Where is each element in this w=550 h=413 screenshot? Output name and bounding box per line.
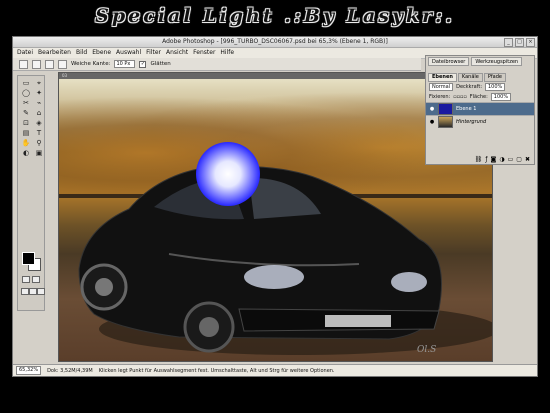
tab-werkzeugspitzen[interactable]: Werkzeugspitzen — [471, 57, 523, 66]
foreground-color-swatch[interactable] — [22, 252, 35, 265]
menu-filter[interactable]: Filter — [146, 48, 161, 58]
quickmask-mode-icon[interactable] — [32, 276, 40, 283]
menu-datei[interactable]: Datei — [17, 48, 33, 58]
eye-icon[interactable]: ● — [429, 106, 435, 112]
fill-label: Fläche: — [469, 94, 488, 100]
screen-mode-1-icon[interactable] — [21, 288, 29, 295]
tool-preset-icon[interactable] — [19, 59, 28, 69]
tab-pfade[interactable]: Pfade — [483, 73, 506, 82]
minimize-button[interactable]: _ — [504, 38, 513, 47]
lock-row: Fixieren: ▫▫▫▫ Fläche: 100% — [426, 92, 534, 102]
feather-label: Weiche Kante: — [71, 61, 111, 67]
blend-mode-select[interactable]: Normal — [429, 83, 454, 91]
tab-ebenen[interactable]: Ebenen — [428, 73, 457, 82]
photo-signature: Ol.S — [417, 345, 437, 355]
zoom-tool-icon[interactable]: ⚲ — [34, 139, 44, 147]
magic-wand-tool-icon[interactable]: ✦ — [34, 89, 44, 97]
trash-icon[interactable]: ✖ — [525, 156, 530, 163]
status-bar: 65,32% Dok: 3,52M/4,39M Klicken legt Pun… — [13, 364, 537, 376]
menu-ansicht[interactable]: Ansicht — [166, 48, 188, 58]
opacity-input[interactable]: 100% — [485, 83, 506, 91]
lasso-tool-icon[interactable]: ◯ — [21, 89, 31, 97]
screen-mode-3-icon[interactable] — [37, 288, 45, 295]
options-bar: Weiche Kante: 10 Px ✓ Glätten — [13, 58, 421, 71]
lock-icons[interactable]: ▫▫▫▫ — [453, 94, 467, 100]
new-layer-icon[interactable]: ▢ — [516, 156, 522, 163]
layer-row-hintergrund[interactable]: ● Hintergrund — [426, 115, 534, 128]
subtract-selection-icon[interactable] — [58, 59, 67, 69]
panel-footer: ⛓ ƒ ◙ ◑ ▭ ▢ ✖ — [426, 156, 534, 163]
photoshop-window: Adobe Photoshop - [996_TURBO_DSC06067.ps… — [12, 36, 538, 377]
move-tool-icon[interactable]: ⌖ — [34, 79, 44, 87]
fx-icon[interactable]: ƒ — [485, 156, 487, 163]
layer-thumbnail — [438, 116, 453, 128]
layer-name: Hintergrund — [456, 119, 487, 125]
adjustment-icon[interactable]: ◑ — [499, 156, 504, 163]
banner: Special Light .:By Lasykr:. — [0, 0, 550, 32]
banner-title: Special Light .:By Lasykr:. — [95, 5, 455, 27]
layers-panel: Dateibrowser Werkzeugspitzen Ebenen Kanä… — [425, 55, 535, 165]
brush-tool-icon[interactable]: ✎ — [21, 109, 31, 117]
standard-mode-icon[interactable] — [22, 276, 30, 283]
shape-tool-icon[interactable]: ▣ — [34, 149, 44, 157]
blue-light-glow — [196, 142, 260, 206]
zoom-field[interactable]: 65,32% — [16, 366, 42, 375]
status-hint: Klicken legt Punkt für Auswahlsegment fe… — [98, 367, 335, 374]
title-bar: Adobe Photoshop - [996_TURBO_DSC06067.ps… — [13, 37, 537, 48]
tab-kanaele[interactable]: Kanäle — [457, 73, 483, 82]
new-selection-icon[interactable] — [32, 59, 41, 69]
opacity-label: Deckkraft: — [456, 84, 482, 90]
fill-input[interactable]: 100% — [490, 93, 512, 101]
mask-icon[interactable]: ◙ — [491, 156, 497, 163]
blend-row: Normal Deckkraft: 100% — [426, 82, 534, 92]
gradient-tool-icon[interactable]: ◈ — [34, 119, 44, 127]
feather-input[interactable]: 10 Px — [114, 60, 136, 68]
stamp-tool-icon[interactable]: ⌂ — [34, 109, 44, 117]
menu-auswahl[interactable]: Auswahl — [116, 48, 141, 58]
crop-tool-icon[interactable]: ✂ — [21, 99, 31, 107]
menu-bild[interactable]: Bild — [76, 48, 87, 58]
antialias-label: Glätten — [150, 61, 171, 67]
maximize-button[interactable]: □ — [515, 38, 524, 47]
menu-bearbeiten[interactable]: Bearbeiten — [38, 48, 71, 58]
window-title: Adobe Photoshop - [996_TURBO_DSC06067.ps… — [162, 38, 388, 45]
menu-fenster[interactable]: Fenster — [193, 48, 215, 58]
lock-label: Fixieren: — [429, 94, 451, 100]
toolbox: ▭ ⌖ ◯ ✦ ✂ ⌁ ✎ ⌂ ⊡ ◈ ▤ T ✋ ⚲ ◐ ▣ — [17, 75, 45, 311]
marquee-tool-icon[interactable]: ▭ — [21, 79, 31, 87]
link-icon[interactable]: ⛓ — [475, 156, 483, 163]
hand-tool-icon[interactable]: ✋ — [21, 139, 31, 147]
menu-ebene[interactable]: Ebene — [92, 48, 111, 58]
window-controls: _ □ × — [504, 38, 535, 47]
antialias-checkbox[interactable]: ✓ — [139, 60, 147, 68]
layer-name: Ebene 1 — [456, 106, 477, 112]
panel-tabs: Ebenen Kanäle Pfade — [426, 73, 534, 82]
close-button[interactable]: × — [526, 38, 535, 47]
text-tool-icon[interactable]: T — [34, 129, 44, 137]
layer-row-ebene-1[interactable]: ● Ebene 1 — [426, 102, 534, 115]
eraser-tool-icon[interactable]: ⊡ — [21, 119, 31, 127]
eye-icon[interactable]: ● — [429, 119, 435, 125]
menu-hilfe[interactable]: Hilfe — [220, 48, 234, 58]
dodge-tool-icon[interactable]: ◐ — [21, 149, 31, 157]
tab-dateibrowser[interactable]: Dateibrowser — [428, 57, 470, 66]
slice-tool-icon[interactable]: ⌁ — [34, 99, 44, 107]
doc-size: Dok: 3,52M/4,39M — [47, 367, 93, 374]
add-selection-icon[interactable] — [45, 59, 54, 69]
layer-thumbnail — [438, 103, 453, 115]
folder-icon[interactable]: ▭ — [508, 156, 514, 163]
pen-tool-icon[interactable]: ▤ — [21, 129, 31, 137]
screen-mode-2-icon[interactable] — [29, 288, 37, 295]
panel-top-tabs: Dateibrowser Werkzeugspitzen — [426, 56, 534, 67]
